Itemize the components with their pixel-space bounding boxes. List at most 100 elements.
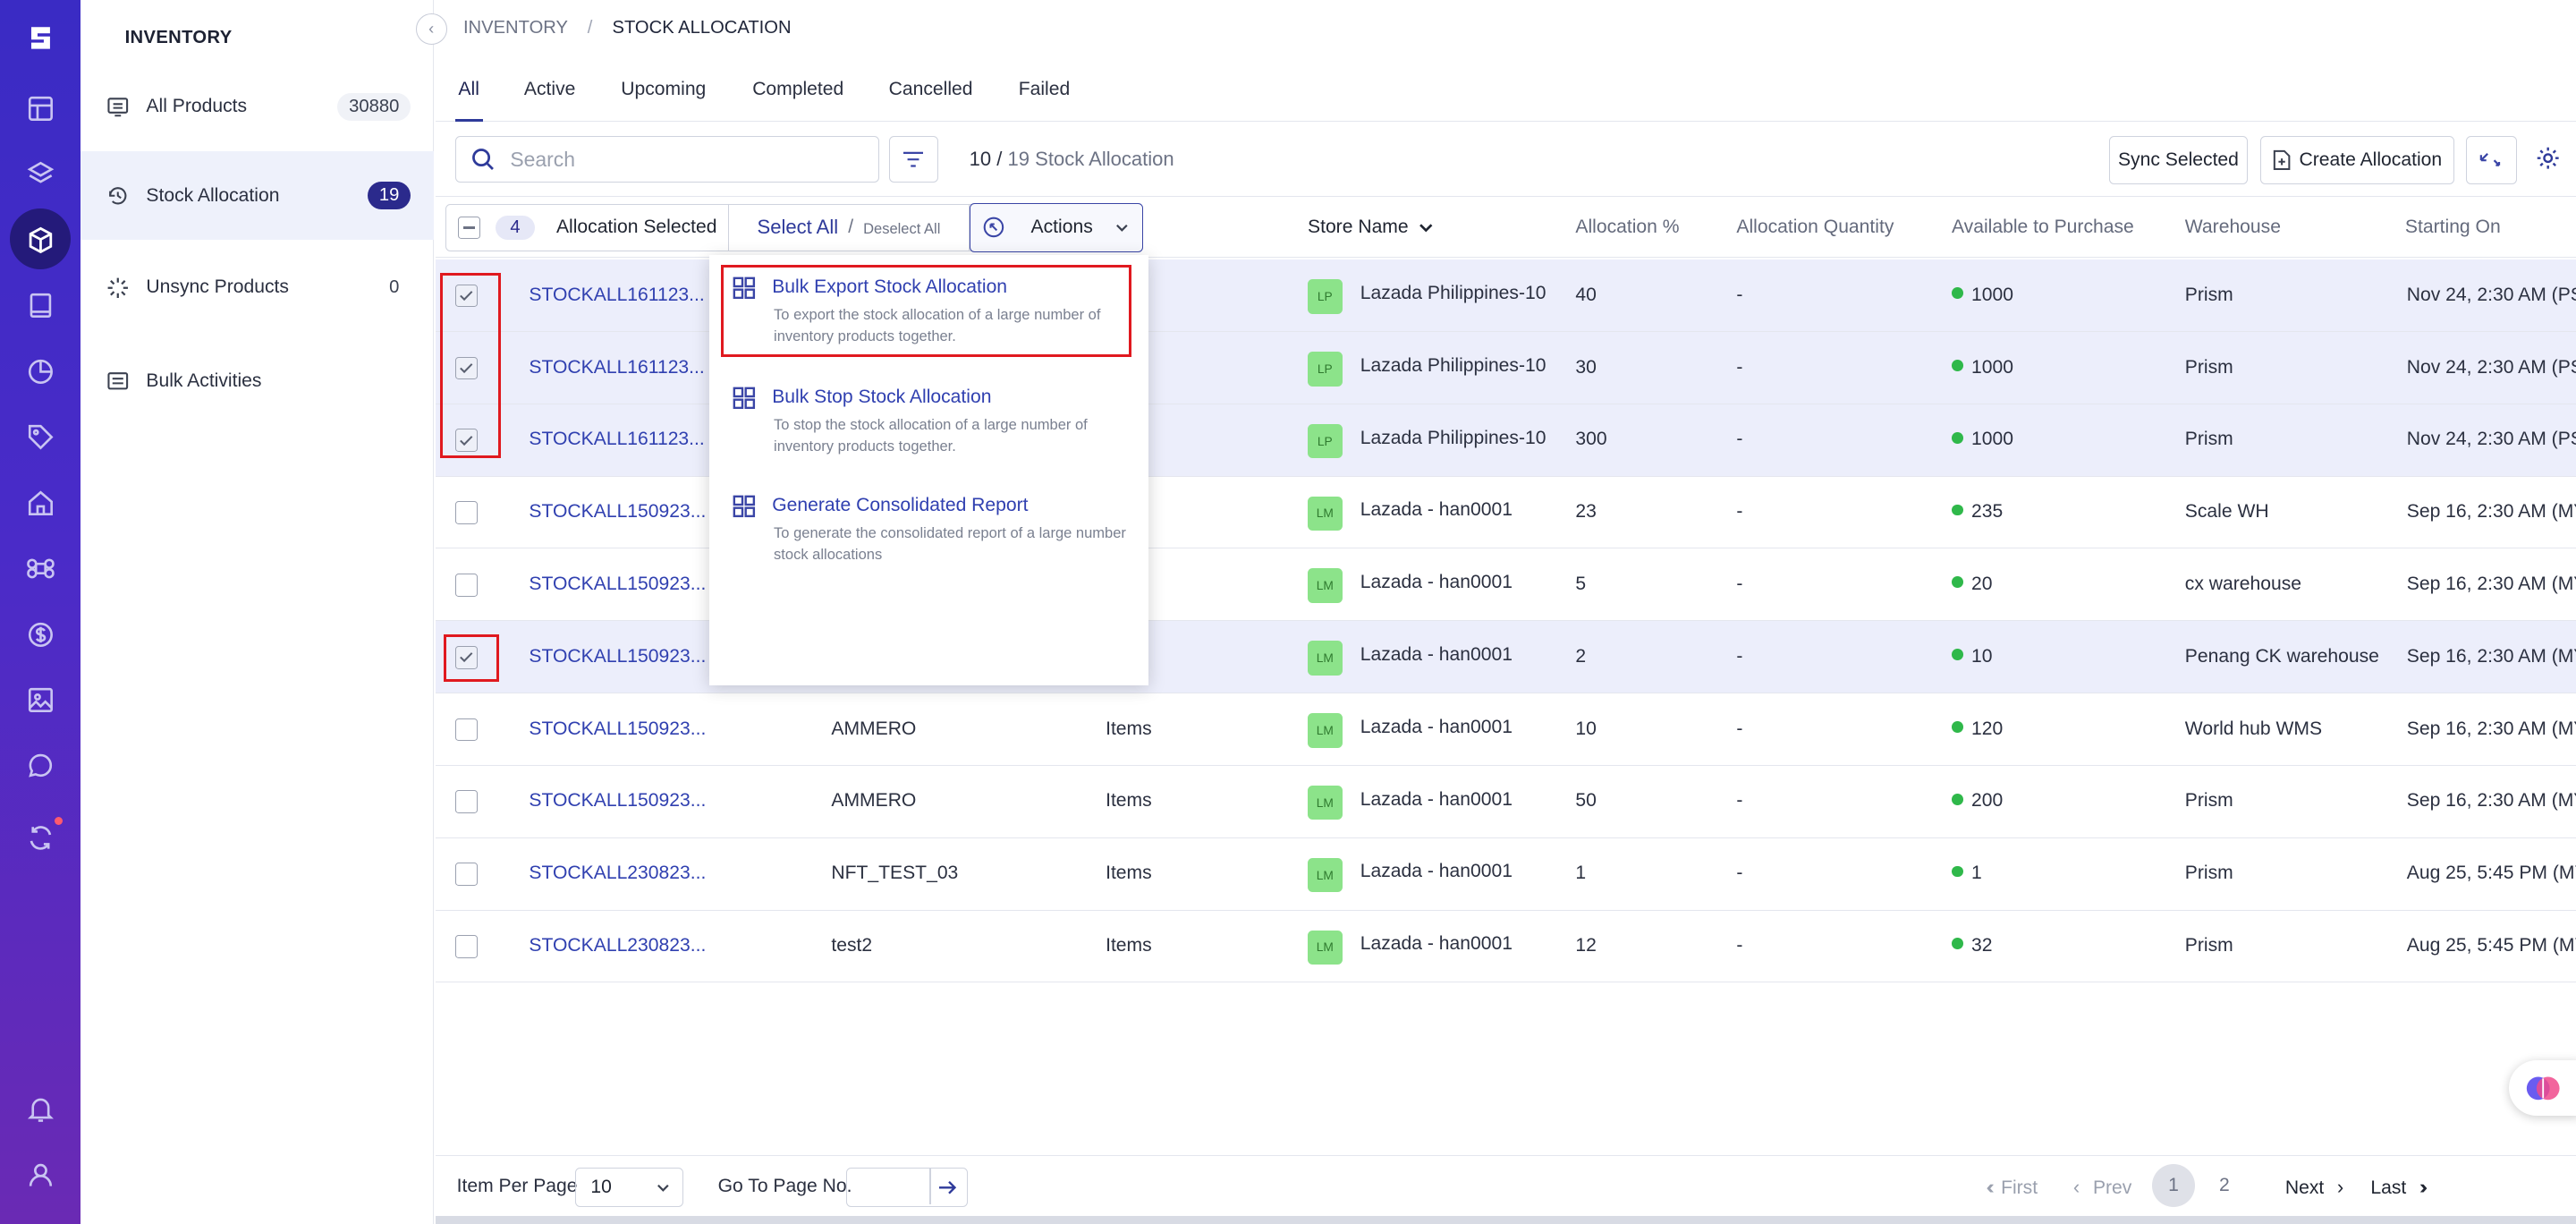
allocation-id-link[interactable]: STOCKALL150923... <box>529 718 706 740</box>
home-store-icon[interactable] <box>0 478 80 527</box>
page-2-button[interactable]: 2 <box>2203 1164 2246 1207</box>
tab-failed[interactable]: Failed <box>1019 79 1071 122</box>
warehouse-name: World hub WMS <box>2184 718 2323 739</box>
table-row[interactable]: STOCKALL150923... AMMERO Items LM Lazada - h… <box>435 693 2576 766</box>
sync-icon[interactable] <box>0 813 80 863</box>
panel-item-unsync-products[interactable]: Unsync Products 0 <box>80 243 434 332</box>
panel-item-stock-allocation[interactable]: Stock Allocation 19 <box>80 150 434 241</box>
allocation-id-link[interactable]: STOCKALL150923... <box>529 574 706 595</box>
row-checkbox[interactable] <box>454 718 479 742</box>
allocation-id-link[interactable]: STOCKALL150923... <box>529 646 706 667</box>
allocation-qty: - <box>1736 284 1743 305</box>
tag-icon[interactable] <box>0 412 80 462</box>
starting-on: Nov 24, 2:30 AM (PST <box>2406 429 2576 450</box>
row-checkbox[interactable] <box>454 935 479 958</box>
select-all-checkbox-cell[interactable]: 4 Allocation Selected <box>446 204 730 251</box>
per-page-select[interactable]: 10 <box>574 1168 684 1208</box>
tab-upcoming[interactable]: Upcoming <box>621 79 706 122</box>
command-icon[interactable] <box>0 544 80 593</box>
row-checkbox[interactable] <box>454 863 479 886</box>
prev-label: Prev <box>2092 1177 2132 1199</box>
criteria-value: Items <box>1106 790 1152 812</box>
goto-page-input[interactable] <box>845 1168 968 1208</box>
image-icon[interactable] <box>0 676 80 725</box>
ai-assistant-button[interactable] <box>2508 1059 2576 1117</box>
chat-icon[interactable] <box>0 741 80 790</box>
first-page-button[interactable]: ‹‹ First <box>1987 1176 2038 1199</box>
chevron-left-icon: ‹ <box>2072 1176 2080 1199</box>
column-warehouse: Warehouse <box>2184 217 2281 238</box>
inventory-box-icon[interactable] <box>0 208 80 270</box>
sync-selected-button[interactable]: Sync Selected <box>2109 136 2248 184</box>
allocation-id-link[interactable]: STOCKALL161123... <box>529 429 704 450</box>
analytics-pie-icon[interactable] <box>0 347 80 396</box>
allocation-id-link[interactable]: STOCKALL161123... <box>529 285 704 306</box>
page-1-button[interactable]: 1 <box>2152 1164 2195 1208</box>
dollar-icon[interactable] <box>0 609 80 659</box>
tab-active[interactable]: Active <box>524 79 575 122</box>
starting-on: Nov 24, 2:30 AM (PST <box>2406 356 2576 378</box>
column-store-name[interactable]: Store Name <box>1308 217 1434 238</box>
store-name: Lazada - han0001 <box>1360 572 1513 593</box>
allocation-qty: - <box>1736 429 1743 450</box>
table-row[interactable]: STOCKALL230823... test2 Items LM Lazada - ha… <box>435 911 2576 983</box>
table-row[interactable]: STOCKALL230823... NFT_TEST_03 Items LM Lazad… <box>435 838 2576 911</box>
selection-bar: 4 Allocation Selected Select All / Desel… <box>445 202 1143 252</box>
deselect-all-link[interactable]: Deselect All <box>863 220 940 238</box>
create-allocation-button[interactable]: Create Allocation <box>2260 136 2454 184</box>
horizontal-scrollbar[interactable] <box>435 1216 2576 1224</box>
prev-page-button[interactable]: ‹ Prev <box>2073 1176 2131 1199</box>
arrow-right-icon[interactable] <box>938 1180 957 1195</box>
last-page-button[interactable]: Last ›› <box>2370 1176 2428 1199</box>
available-value: 200 <box>1971 790 2004 812</box>
table-row[interactable]: STOCKALL150923... AMMERO Items LM Lazada - h… <box>435 766 2576 838</box>
bulk-list-icon <box>106 368 131 394</box>
store-name: Lazada Philippines-10 <box>1360 427 1546 448</box>
brain-icon <box>2526 1076 2560 1100</box>
bell-icon[interactable] <box>0 1084 80 1134</box>
dashboard-icon[interactable] <box>0 84 80 133</box>
allocation-pct: 2 <box>1575 645 1587 667</box>
tab-completed[interactable]: Completed <box>752 79 843 122</box>
breadcrumb-root[interactable]: INVENTORY <box>463 18 568 38</box>
allocation-id-link[interactable]: STOCKALL161123... <box>529 357 704 378</box>
user-icon[interactable] <box>0 1151 80 1200</box>
settings-gear-icon[interactable] <box>2535 145 2564 174</box>
collapse-panel-button[interactable]: ‹ <box>415 13 447 45</box>
select-slash: / <box>848 217 854 238</box>
allocation-pct: 23 <box>1575 501 1597 523</box>
highlight-bulk-export <box>721 264 1132 357</box>
criteria-value: Items <box>1106 863 1152 884</box>
allocation-count-badge: 19 <box>368 182 411 209</box>
tab-cancelled[interactable]: Cancelled <box>889 79 973 122</box>
layers-icon[interactable] <box>0 149 80 199</box>
actions-dropdown-button[interactable]: Actions <box>969 202 1143 252</box>
logo-icon[interactable] <box>0 13 80 63</box>
app-root: INVENTORY All Products 30880 Stock Alloc… <box>0 0 2576 1224</box>
panel-item-bulk-activities[interactable]: Bulk Activities <box>80 337 434 426</box>
allocation-id-link[interactable]: STOCKALL150923... <box>529 501 706 523</box>
available-to-purchase: 1000 <box>1951 285 2013 306</box>
actions-label: Actions <box>1030 217 1093 238</box>
allocation-id-link[interactable]: STOCKALL150923... <box>529 790 706 812</box>
breadcrumb-separator: / <box>587 18 593 38</box>
book-icon[interactable] <box>0 281 80 330</box>
row-checkbox[interactable] <box>454 790 479 814</box>
tab-all[interactable]: All <box>454 79 483 122</box>
starting-on: Sep 16, 2:30 AM (MYT <box>2406 645 2576 667</box>
allocation-pct: 10 <box>1575 718 1597 739</box>
search-input[interactable] <box>510 147 839 172</box>
panel-item-label: Stock Allocation <box>146 184 280 206</box>
filter-button[interactable] <box>888 136 938 183</box>
expand-view-button[interactable] <box>2465 136 2517 184</box>
next-page-button[interactable]: Next › <box>2285 1176 2343 1199</box>
allocation-id-link[interactable]: STOCKALL230823... <box>529 863 706 884</box>
row-checkbox[interactable] <box>454 573 479 597</box>
select-all-link[interactable]: Select All <box>758 216 839 239</box>
allocation-id-link[interactable]: STOCKALL230823... <box>529 935 706 956</box>
row-checkbox[interactable] <box>454 501 479 524</box>
status-dot-icon <box>1951 649 1963 660</box>
panel-item-all-products[interactable]: All Products 30880 <box>80 63 434 151</box>
allocation-pct: 1 <box>1575 863 1587 884</box>
header-checkbox[interactable] <box>457 216 481 240</box>
